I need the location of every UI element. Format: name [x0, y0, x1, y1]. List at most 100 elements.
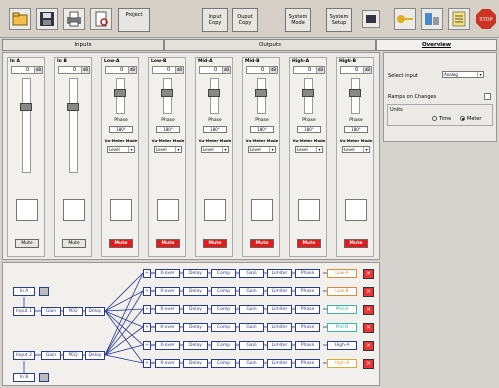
delete-route-icon[interactable]: ×: [363, 341, 374, 351]
output-4-comp-block[interactable]: Comp: [211, 323, 236, 332]
radio-meter[interactable]: [460, 116, 465, 121]
output-1-gain-block[interactable]: Gain: [239, 269, 264, 278]
input-a-source[interactable]: In A: [13, 287, 35, 296]
delete-route-icon[interactable]: ×: [363, 359, 374, 369]
output-6-xover-block[interactable]: X-over: [155, 359, 180, 368]
mute-button[interactable]: Mute: [203, 239, 227, 248]
output-2-phase-block[interactable]: Phase: [295, 287, 320, 296]
vu-meter-mode-select[interactable]: Level ▾: [154, 146, 182, 153]
input-copy-button[interactable]: Input Copy: [202, 8, 228, 32]
delete-route-icon[interactable]: ×: [363, 323, 374, 333]
vu-meter-mode-select[interactable]: Level ▾: [295, 146, 323, 153]
output-6-delay-block[interactable]: Delay: [183, 359, 208, 368]
output-name-2[interactable]: Low-B: [327, 287, 357, 296]
output-1-limiter-block[interactable]: Limiter: [267, 269, 292, 278]
mute-button[interactable]: Mute: [109, 239, 133, 248]
gain-field[interactable]: 0 dB: [199, 66, 231, 74]
input-1-delay-block[interactable]: Delay: [85, 307, 105, 316]
output-2-xover-block[interactable]: X-over: [155, 287, 180, 296]
output-3-phase-block[interactable]: Phase: [295, 305, 320, 314]
input-2-delay-block[interactable]: Delay: [85, 351, 105, 360]
tab-outputs[interactable]: Outputs: [164, 39, 376, 51]
input-1-peq-block[interactable]: PEQ: [63, 307, 83, 316]
mute-button[interactable]: Mute: [250, 239, 274, 248]
mute-button[interactable]: Mute: [344, 239, 368, 248]
output-2-delay-block[interactable]: Delay: [183, 287, 208, 296]
output-name-1[interactable]: Low-A: [327, 269, 357, 278]
output-4-limiter-block[interactable]: Limiter: [267, 323, 292, 332]
output-name-5[interactable]: High-A: [327, 341, 357, 350]
output-1-xover-block[interactable]: X-over: [155, 269, 180, 278]
open-folder-icon[interactable]: [9, 8, 31, 30]
select-input-dropdown[interactable]: Analog ▾: [442, 71, 484, 78]
output-3-delay-block[interactable]: Delay: [183, 305, 208, 314]
fader-knob[interactable]: [114, 89, 126, 97]
vu-meter-mode-select[interactable]: Level ▾: [248, 146, 276, 153]
output-name-3[interactable]: Mid-A: [327, 305, 357, 314]
gain-field[interactable]: 0 dB: [58, 66, 90, 74]
gain-field[interactable]: 0 dB: [11, 66, 43, 74]
fader-knob[interactable]: [255, 89, 267, 97]
output-2-limiter-block[interactable]: Limiter: [267, 287, 292, 296]
gain-fader[interactable]: [255, 78, 267, 114]
gain-field[interactable]: 0 dB: [340, 66, 372, 74]
mix-node[interactable]: +: [143, 269, 151, 278]
gain-field[interactable]: 0 dB: [246, 66, 278, 74]
gain-field[interactable]: 0 dB: [152, 66, 184, 74]
output-5-gain-block[interactable]: Gain: [239, 341, 264, 350]
gain-field[interactable]: 0 dB: [105, 66, 137, 74]
gain-fader[interactable]: [208, 78, 220, 114]
output-4-gain-block[interactable]: Gain: [239, 323, 264, 332]
fader-knob[interactable]: [161, 89, 173, 97]
ramps-checkbox[interactable]: [484, 93, 491, 100]
key-icon[interactable]: [394, 8, 416, 30]
mix-node[interactable]: +: [143, 323, 151, 332]
output-6-limiter-block[interactable]: Limiter: [267, 359, 292, 368]
notes-icon[interactable]: [448, 8, 470, 30]
output-3-limiter-block[interactable]: Limiter: [267, 305, 292, 314]
gain-fader[interactable]: [67, 78, 79, 173]
input-2-node[interactable]: Input 2: [13, 351, 35, 360]
save-disk-icon[interactable]: [36, 8, 58, 30]
output-5-xover-block[interactable]: X-over: [155, 341, 180, 350]
print-preview-icon[interactable]: [90, 8, 112, 30]
output-4-xover-block[interactable]: X-over: [155, 323, 180, 332]
vu-meter-mode-select[interactable]: Level ▾: [107, 146, 135, 153]
fader-knob[interactable]: [349, 89, 361, 97]
output-3-comp-block[interactable]: Comp: [211, 305, 236, 314]
output-4-phase-block[interactable]: Phase: [295, 323, 320, 332]
delete-route-icon[interactable]: ×: [363, 305, 374, 315]
print-icon[interactable]: [63, 8, 85, 30]
phase-checkbox[interactable]: 180°: [109, 126, 133, 133]
vu-meter-mode-select[interactable]: Level ▾: [342, 146, 370, 153]
gain-fader[interactable]: [302, 78, 314, 114]
output-1-comp-block[interactable]: Comp: [211, 269, 236, 278]
output-5-comp-block[interactable]: Comp: [211, 341, 236, 350]
gain-fader[interactable]: [349, 78, 361, 114]
project-button[interactable]: Project: [118, 8, 150, 32]
output-2-comp-block[interactable]: Comp: [211, 287, 236, 296]
output-3-gain-block[interactable]: Gain: [239, 305, 264, 314]
output-2-gain-block[interactable]: Gain: [239, 287, 264, 296]
input-1-node[interactable]: Input 1: [13, 307, 35, 316]
mute-button[interactable]: Mute: [297, 239, 321, 248]
vu-meter-mode-select[interactable]: Level ▾: [201, 146, 229, 153]
mute-button[interactable]: Mute: [156, 239, 180, 248]
gain-field[interactable]: 0 dB: [293, 66, 325, 74]
output-6-gain-block[interactable]: Gain: [239, 359, 264, 368]
mix-node[interactable]: +: [143, 341, 151, 350]
mix-node[interactable]: +: [143, 305, 151, 314]
fader-knob[interactable]: [302, 89, 314, 97]
output-5-phase-block[interactable]: Phase: [295, 341, 320, 350]
gain-fader[interactable]: [20, 78, 32, 173]
output-3-xover-block[interactable]: X-over: [155, 305, 180, 314]
delete-route-icon[interactable]: ×: [363, 269, 374, 279]
fader-knob[interactable]: [20, 103, 32, 111]
output-1-phase-block[interactable]: Phase: [295, 269, 320, 278]
gain-fader[interactable]: [161, 78, 173, 114]
mix-node[interactable]: +: [143, 359, 151, 368]
connect-icon[interactable]: [421, 8, 443, 30]
stop-icon[interactable]: STOP: [475, 8, 497, 30]
system-mode-button[interactable]: System Mode: [285, 8, 311, 32]
mute-button[interactable]: Mute: [15, 239, 39, 248]
